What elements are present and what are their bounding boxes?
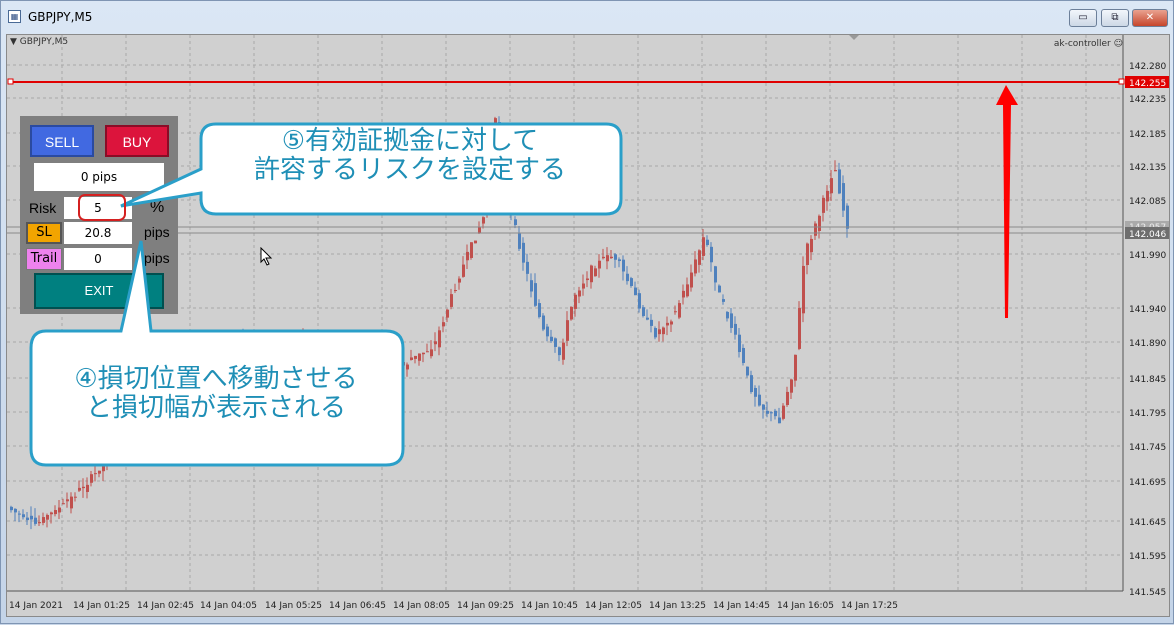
callout-5-text: ⑤有効証拠金に対して 許容するリスクを設定する [199, 127, 621, 185]
callout-4-bubble [29, 240, 405, 467]
callout-4-line2: と損切幅が表示される [85, 393, 346, 423]
callout-4-text: ④損切位置へ移動させる と損切幅が表示される [31, 365, 401, 423]
chart-window: ▦ GBPJPY,M5 ▭ ⧉ ✕ 142.280 142.235 142.185 1… [0, 0, 1174, 624]
callout-5-line2: 許容するリスクを設定する [253, 155, 566, 185]
red-up-arrow [996, 85, 1018, 318]
mouse-pointer-icon [260, 247, 273, 266]
annotation-layer [29, 85, 1018, 467]
callout-5-line1: ⑤有効証拠金に対して [281, 126, 539, 156]
risk-input-highlight [78, 194, 126, 221]
callout-4-line1: ④損切位置へ移動させる [74, 364, 358, 394]
